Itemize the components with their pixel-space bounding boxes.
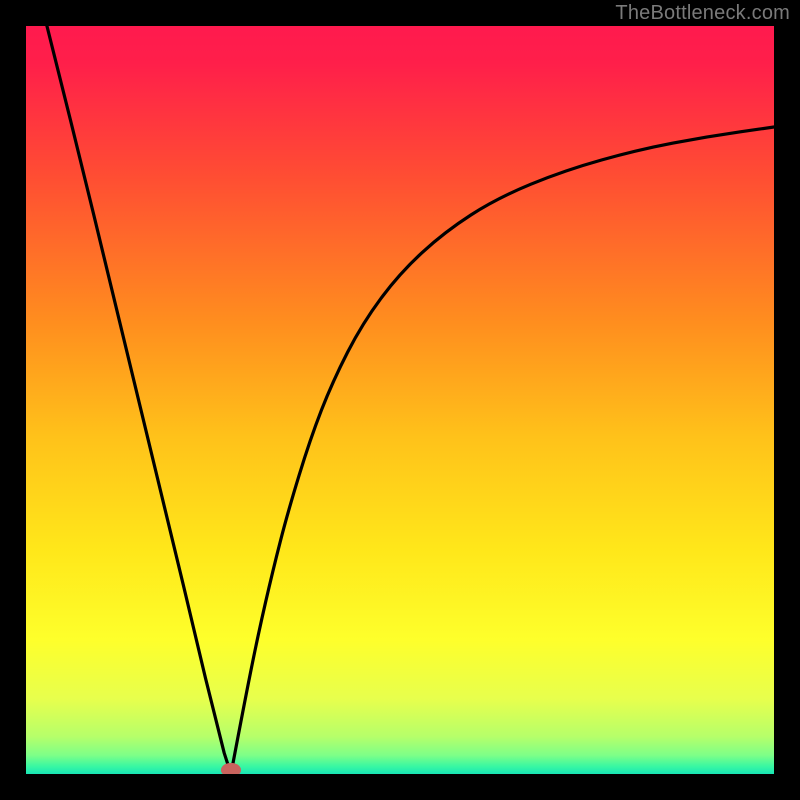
watermark-text: TheBottleneck.com [615, 2, 790, 25]
outer-frame: TheBottleneck.com [0, 0, 800, 800]
background-gradient [26, 26, 774, 774]
plot-area [26, 26, 774, 774]
